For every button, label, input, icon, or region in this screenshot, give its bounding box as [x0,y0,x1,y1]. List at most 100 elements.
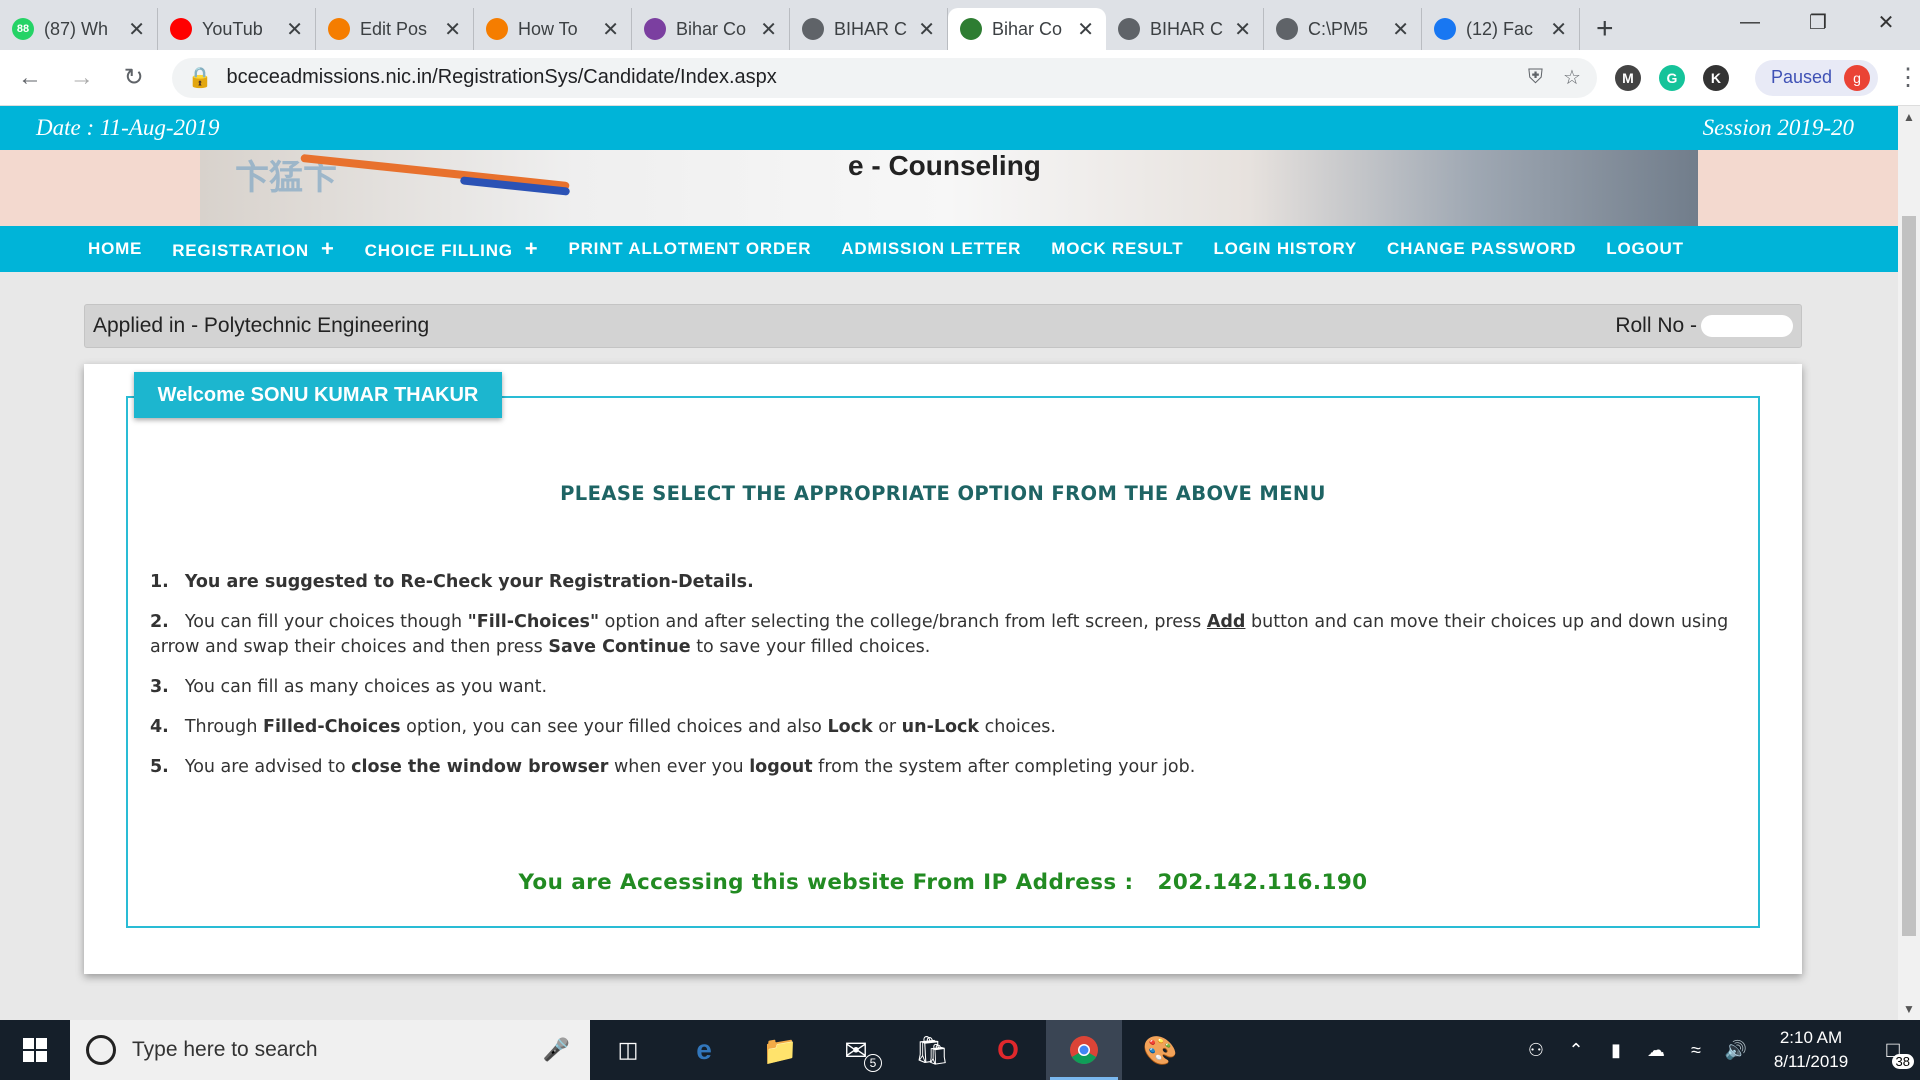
roll-redaction [1701,315,1793,338]
mail-icon[interactable]: ✉ 5 [818,1020,894,1080]
show-hidden-icon[interactable]: ⌃ [1556,1040,1596,1061]
scroll-down-icon[interactable]: ▼ [1898,1002,1920,1016]
bookmark-star-icon[interactable]: ☆ [1563,65,1581,90]
m-extension-icon[interactable]: M [1614,64,1641,91]
edge-icon[interactable]: e [666,1020,742,1080]
browser-tab[interactable]: Edit Pos ✕ [316,8,474,50]
microphone-icon[interactable]: 🎤 [543,1037,570,1063]
windows-start-icon[interactable] [0,1020,70,1080]
notification-icon[interactable]: □ 38 [1866,1037,1920,1069]
file-explorer-icon[interactable]: 📁 [742,1020,818,1080]
browser-tab[interactable]: BIHAR C ✕ [790,8,948,50]
globe-icon [802,18,824,40]
browser-tab[interactable]: 88 (87) Wh ✕ [0,8,158,50]
blogger-icon [486,18,508,40]
browser-tab[interactable]: Bihar Co ✕ [632,8,790,50]
lock-icon[interactable]: 🔒 [188,65,213,90]
browser-toolbar: ← → ↻ 🔒 bceceadmissions.nic.in/Registrat… [0,50,1920,106]
nav-item-admission-letter[interactable]: ADMISSION LETTER [841,239,1021,259]
nav-item-mock-result[interactable]: MOCK RESULT [1051,239,1183,259]
close-tab-icon[interactable]: ✕ [444,17,461,42]
profile-paused-button[interactable]: Paused g [1754,59,1879,96]
close-tab-icon[interactable]: ✕ [1234,17,1251,42]
browser-tab[interactable]: (12) Fac ✕ [1422,8,1580,50]
taskbar-search[interactable]: Type here to search 🎤 [70,1020,590,1080]
scroll-thumb[interactable] [1902,216,1916,936]
tab-title: (12) Fac [1466,18,1534,39]
grammarly-icon[interactable]: G [1658,64,1685,91]
tab-title: How To [518,18,578,39]
site-icon [644,18,666,40]
paint-icon[interactable]: 🎨 [1122,1020,1198,1080]
scroll-up-icon[interactable]: ▲ [1898,110,1920,124]
wifi-icon[interactable]: ≈ [1676,1040,1716,1061]
close-tab-icon[interactable]: ✕ [1550,17,1567,42]
store-icon[interactable]: 🛍 [894,1020,970,1080]
close-window-icon[interactable]: ✕ [1852,0,1920,44]
people-icon[interactable]: ⚇ [1516,1040,1556,1061]
nav-item-logout[interactable]: LOGOUT [1606,239,1684,259]
close-tab-icon[interactable]: ✕ [286,17,303,42]
nav-item-login-history[interactable]: LOGIN HISTORY [1213,239,1357,259]
forward-icon[interactable]: → [60,64,104,92]
k-extension-icon[interactable]: K [1702,64,1729,91]
close-tab-icon[interactable]: ✕ [918,17,935,42]
tab-title: (87) Wh [44,18,109,39]
browser-tab[interactable]: How To ✕ [474,8,632,50]
onedrive-icon[interactable]: ☁ [1636,1040,1676,1061]
instructions-list: 1. You are suggested to Re-Check your Reg… [150,570,1740,795]
restore-icon[interactable]: ❐ [1784,0,1852,44]
reload-icon[interactable]: ↻ [112,63,156,92]
browser-tab[interactable]: YouTub ✕ [158,8,316,50]
browser-tab[interactable]: Bihar Co ✕ [948,8,1106,50]
close-tab-icon[interactable]: ✕ [128,17,145,42]
nav-item-label: ADMISSION LETTER [841,239,1022,258]
nav-item-change-password[interactable]: CHANGE PASSWORD [1387,239,1576,259]
nav-item-home[interactable]: HOME [88,239,142,259]
close-tab-icon[interactable]: ✕ [1392,17,1409,42]
mail-badge: 5 [864,1054,882,1072]
battery-icon[interactable]: ▮ [1596,1040,1636,1061]
task-view-icon[interactable]: ◫ [590,1020,666,1080]
roll-number: Roll No - [1615,314,1793,338]
blogger-icon [328,18,350,40]
list-item: 4. Through Filled-Choices option, you can… [150,717,1056,737]
close-tab-icon[interactable]: ✕ [760,17,777,42]
more-menu-icon[interactable]: ⋮ [1896,63,1920,92]
browser-tab[interactable]: BIHAR C ✕ [1106,8,1264,50]
tab-title: Bihar Co [992,18,1063,39]
chrome-icon[interactable] [1046,1020,1122,1080]
ip-value: 202.142.116.190 [1157,870,1368,895]
volume-icon[interactable]: 🔊 [1716,1040,1756,1061]
new-tab-button[interactable]: + [1580,8,1630,50]
nav-item-registration[interactable]: REGISTRATION + [172,236,334,262]
opera-icon[interactable]: O [970,1020,1046,1080]
clock-time: 2:10 AM [1779,1028,1843,1047]
close-tab-icon[interactable]: ✕ [1077,17,1094,42]
address-bar[interactable]: 🔒 bceceadmissions.nic.in/RegistrationSys… [171,57,1597,98]
avatar: g [1844,64,1871,91]
search-placeholder: Type here to search [132,1038,318,1061]
globe-icon [1118,18,1140,40]
ip-label: You are Accessing this website From IP A… [518,870,1134,895]
clock-date: 8/11/2019 [1773,1052,1849,1071]
tab-title: Edit Pos [360,18,428,39]
url-text[interactable]: bceceadmissions.nic.in/RegistrationSys/C… [226,66,1508,89]
browser-tab[interactable]: C:\PM5 ✕ [1264,8,1422,50]
page-scrollbar[interactable]: ▲ ▼ [1898,106,1920,1020]
tab-title: YouTub [202,18,263,39]
minimize-icon[interactable]: — [1716,0,1784,44]
tab-title: C:\PM5 [1308,18,1369,39]
nav-item-label: CHOICE FILLING [364,241,513,260]
nav-item-print-allotment-order[interactable]: PRINT ALLOTMENT ORDER [568,239,811,259]
main-nav: HOME REGISTRATION + CHOICE FILLING + PRINT AL… [0,226,1898,272]
cortana-icon [86,1035,116,1065]
close-tab-icon[interactable]: ✕ [602,17,619,42]
welcome-badge: Welcome SONU KUMAR THAKUR [134,372,502,418]
back-icon[interactable]: ← [8,64,52,92]
clock[interactable]: 2:10 AM 8/11/2019 [1756,1026,1866,1074]
select-option-message: PLEASE SELECT THE APPROPRIATE OPTION FRO… [560,482,1326,505]
expand-plus-icon: + [524,236,539,261]
shield-icon[interactable]: ⛨ [1528,66,1543,89]
nav-item-choice-filling[interactable]: CHOICE FILLING + [365,236,539,262]
